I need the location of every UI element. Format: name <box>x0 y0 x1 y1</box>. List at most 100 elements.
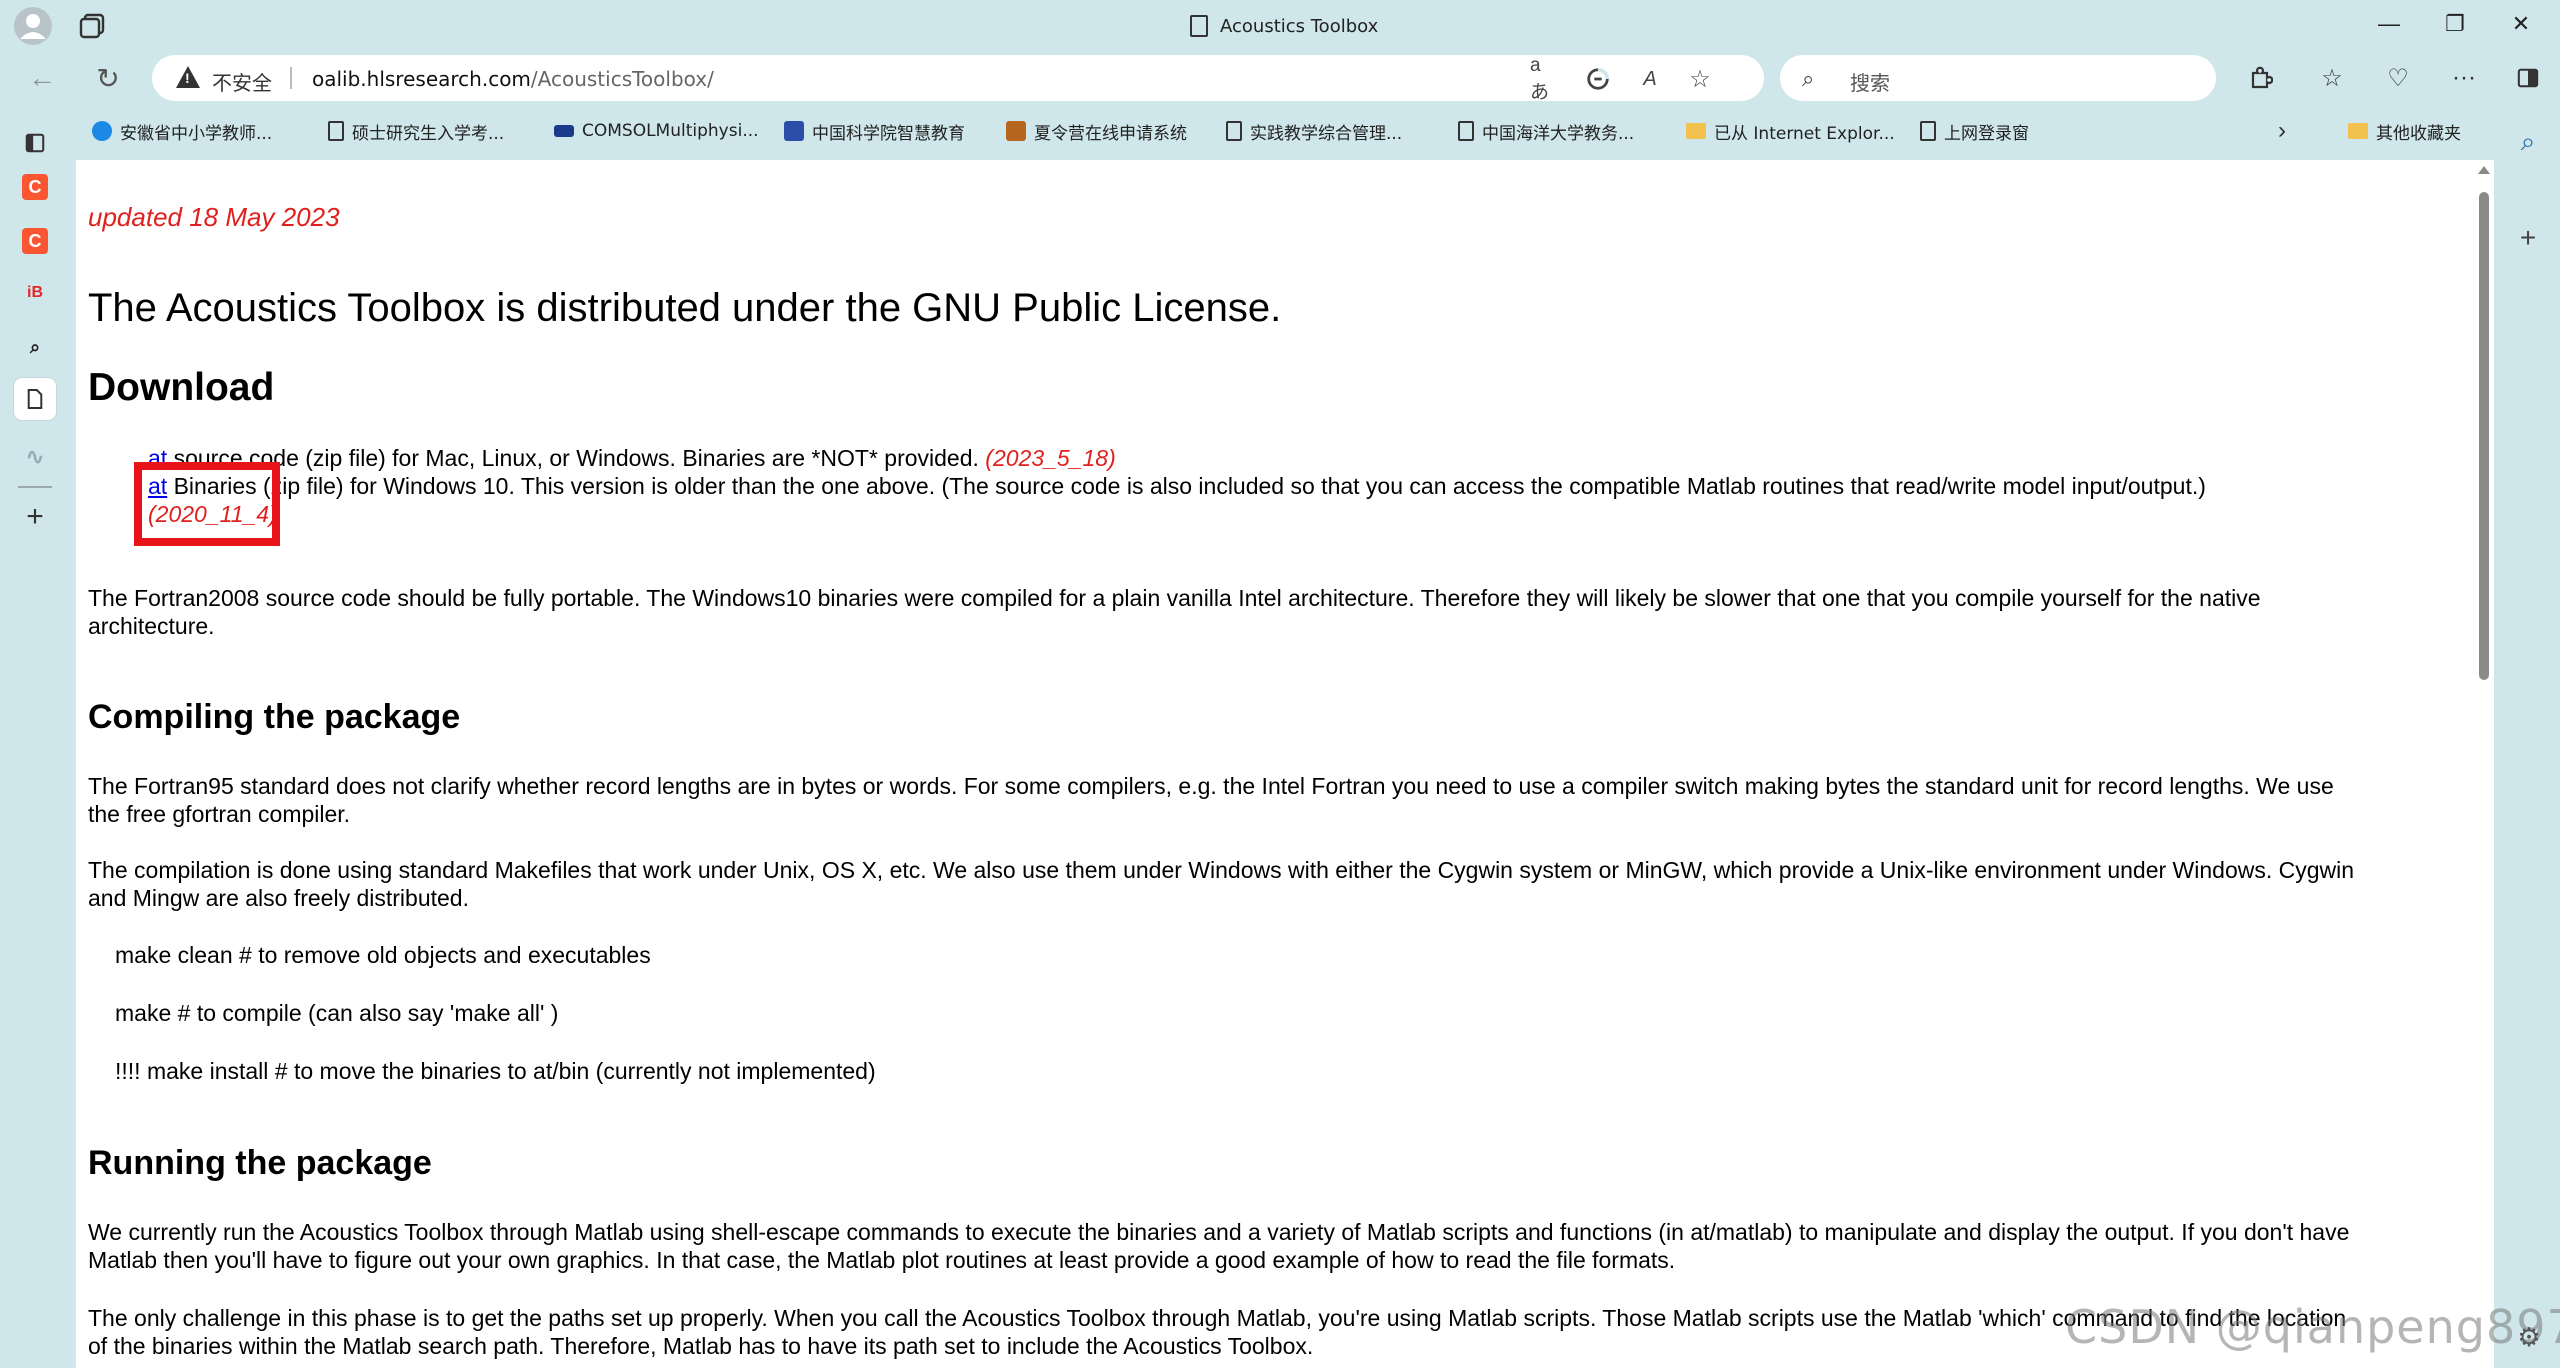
document-icon <box>1190 15 1208 37</box>
more-menu-icon[interactable]: ··· <box>2444 58 2484 98</box>
favorite-star-icon[interactable]: ☆ <box>1686 65 1714 93</box>
bookmark-item[interactable]: COMSOLMultiphysi... <box>554 112 759 150</box>
bookmark-label: 实践教学综合管理... <box>1250 123 1403 144</box>
browser-essentials-icon[interactable]: ♡ <box>2378 58 2418 98</box>
back-button[interactable]: ← <box>20 56 64 100</box>
bookmark-item[interactable]: 已从 Internet Explor... <box>1686 112 1895 150</box>
csdn-icon[interactable]: C <box>22 174 48 200</box>
address-separator <box>290 67 292 89</box>
warning-icon[interactable] <box>176 66 200 88</box>
bookmark-label: 已从 Internet Explor... <box>1714 123 1895 144</box>
compiling-paragraph-2-cont: and Mingw are also freely distributed. <box>88 885 469 911</box>
csdn-icon-2[interactable]: C <box>22 228 48 254</box>
bookmark-item[interactable]: 硕士研究生入学考... <box>328 112 504 150</box>
vertical-tabs-icon[interactable] <box>14 122 56 164</box>
profile-avatar[interactable] <box>14 7 52 45</box>
doc-icon <box>1920 121 1936 141</box>
bookmark-item[interactable]: 上网登录窗 <box>1920 112 2029 150</box>
running-paragraph-1: We currently run the Acoustics Toolbox t… <box>88 1219 2350 1245</box>
folder-icon <box>2348 123 2368 139</box>
bookmark-item[interactable]: 安徽省中小学教师... <box>92 112 272 150</box>
title-bar: Acoustics Toolbox — ❐ ✕ <box>0 0 2560 52</box>
window-title: Acoustics Toolbox <box>1190 12 1378 40</box>
download-text: Binaries (zip file) for Windows 10. This… <box>167 473 2206 499</box>
read-aloud-icon[interactable]: A <box>1636 65 1664 93</box>
bookmark-label: 硕士研究生入学考... <box>352 123 505 144</box>
translate-icon[interactable]: aあ <box>1530 55 1558 103</box>
bookmark-label: 夏令营在线申请系统 <box>1034 123 1187 144</box>
bookmark-item[interactable]: 夏令营在线申请系统 <box>1006 112 1187 150</box>
command-make: make # to compile (can also say 'make al… <box>115 1000 559 1026</box>
refresh-extension-icon[interactable] <box>1584 65 1612 93</box>
doc-icon <box>1226 121 1242 141</box>
maximize-button[interactable]: ❐ <box>2430 6 2480 42</box>
url-text[interactable]: oalib.hlsresearch.com/AcousticsToolbox/ <box>312 67 714 91</box>
bing-search-icon[interactable]: ⌕ <box>2508 122 2548 162</box>
bookmark-item[interactable]: 中国科学院智慧教育 <box>784 112 965 150</box>
running-heading: Running the package <box>88 1144 432 1182</box>
comsol-icon <box>554 125 574 137</box>
bookmark-label: COMSOLMultiphysi... <box>582 121 759 141</box>
url-path: /AcousticsToolbox/ <box>530 67 714 91</box>
waveform-icon[interactable]: ∿ <box>14 436 56 478</box>
download-item: at source code (zip file) for Mac, Linux… <box>148 444 1116 472</box>
tab-actions-icon[interactable] <box>76 10 110 42</box>
running-paragraph-1-cont: Matlab then you'll have to figure out yo… <box>88 1247 1676 1273</box>
doc-icon <box>328 121 344 141</box>
compiling-paragraph-2: The compilation is done using standard M… <box>88 857 2355 883</box>
insecure-label[interactable]: 不安全 <box>212 67 272 96</box>
portable-paragraph-cont: architecture. <box>88 613 215 639</box>
close-button[interactable]: ✕ <box>2496 6 2546 42</box>
search-icon: ⌕ <box>1802 66 1815 91</box>
scroll-up-arrow-icon[interactable] <box>2478 166 2490 174</box>
bookmark-item-other[interactable]: 其他收藏夹 <box>2348 112 2461 150</box>
download-date: (2023_5_18) <box>985 445 1116 471</box>
sidebar-divider <box>18 486 52 488</box>
bookmarks-overflow-chevron-icon[interactable]: › <box>2278 112 2286 150</box>
portable-paragraph: The Fortran2008 source code should be fu… <box>88 585 2261 611</box>
search-placeholder[interactable]: 搜索 <box>1850 67 1890 96</box>
scroll-thumb[interactable] <box>2479 192 2489 680</box>
running-paragraph-2: The only challenge in this phase is to g… <box>88 1305 2347 1331</box>
license-heading: The Acoustics Toolbox is distributed und… <box>88 286 1282 330</box>
add-icon[interactable]: + <box>14 496 56 538</box>
tab-title: Acoustics Toolbox <box>1220 15 1379 37</box>
bookmark-item[interactable]: 中国海洋大学教务... <box>1458 112 1634 150</box>
profile-icon <box>20 14 46 39</box>
search-box[interactable]: ⌕ 搜索 <box>1780 55 2216 101</box>
left-sidebar: C C iB ⌕ ∿ + <box>0 112 70 1368</box>
reload-button[interactable]: ↻ <box>86 56 130 100</box>
doc-icon <box>1458 121 1474 141</box>
favorites-icon[interactable]: ☆ <box>2312 58 2352 98</box>
bookmark-label: 安徽省中小学教师... <box>120 123 273 144</box>
cas-icon <box>784 121 804 141</box>
minimize-button[interactable]: — <box>2364 6 2414 42</box>
bookmark-label: 中国海洋大学教务... <box>1482 123 1635 144</box>
download-text: source code (zip file) for Mac, Linux, o… <box>167 445 986 471</box>
url-host: oalib.hlsresearch.com <box>312 67 531 91</box>
settings-gear-icon[interactable]: ⚙ <box>2512 1320 2546 1354</box>
page-icon[interactable] <box>14 378 56 420</box>
page-scrollbar[interactable] <box>2474 160 2494 1368</box>
app-icon[interactable]: iB <box>14 272 56 314</box>
command-make-clean: make clean # to remove old objects and e… <box>115 942 651 968</box>
globe-icon <box>92 121 112 141</box>
download-item: at Binaries (zip file) for Windows 10. T… <box>148 472 2206 500</box>
compiling-paragraph-1: The Fortran95 standard does not clarify … <box>88 773 2334 799</box>
command-make-install: !!!! make install # to move the binaries… <box>115 1058 876 1084</box>
extensions-icon[interactable] <box>2240 58 2280 98</box>
bookmark-label: 中国科学院智慧教育 <box>812 123 965 144</box>
download-heading: Download <box>88 366 275 409</box>
add-sidebar-app-icon[interactable]: + <box>2508 218 2548 258</box>
updated-date: updated 18 May 2023 <box>88 202 340 232</box>
watermark: CSDN @qianpeng897 <box>2065 1300 2560 1354</box>
compiling-paragraph-1-cont: the free gfortran compiler. <box>88 801 351 827</box>
image-icon <box>1006 121 1026 141</box>
address-bar[interactable]: 不安全 oalib.hlsresearch.com/AcousticsToolb… <box>152 55 1764 103</box>
search-icon[interactable]: ⌕ <box>14 326 56 368</box>
bookmark-item[interactable]: 实践教学综合管理... <box>1226 112 1402 150</box>
bookmark-label: 其他收藏夹 <box>2376 123 2461 144</box>
sidebar-toggle-icon[interactable] <box>2508 58 2548 98</box>
compiling-heading: Compiling the package <box>88 698 461 736</box>
running-paragraph-2-cont: of the binaries within the Matlab search… <box>88 1333 1314 1359</box>
